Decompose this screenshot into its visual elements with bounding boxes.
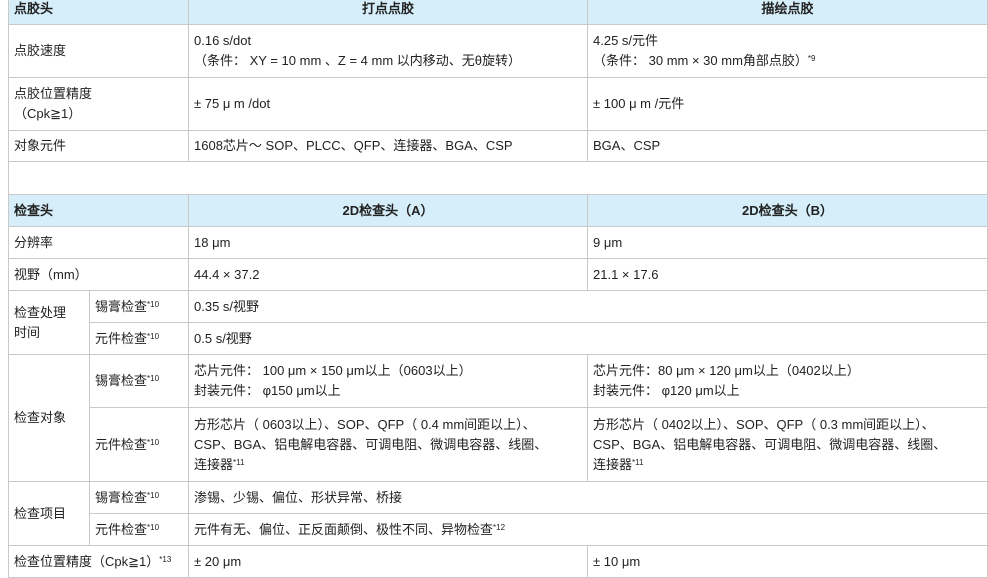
footnote-10: *10 <box>147 299 160 309</box>
resolution-a: 18 μm <box>188 226 589 259</box>
footnote-13: *13 <box>159 554 172 564</box>
resolution-row: 分辨率 18 μm 9 μm <box>7 226 988 259</box>
items-component-value: 元件有无、偏位、正反面颠倒、极性不同、异物检查*12 <box>188 513 988 546</box>
inspect-header-row: 检查头 2D检查头（A） 2D检查头（B） <box>7 194 988 227</box>
footnote-10: *10 <box>147 374 160 383</box>
inspect-header-b: 2D检查头（B） <box>587 194 988 227</box>
target-component-a-line1: 方形芯片（ 0603以上）、SOP、QFP（ 0.4 mm间距以上）、 <box>194 416 536 432</box>
fov-b: 21.1 × 17.6 <box>587 258 988 291</box>
spec-table: 点胶头 打点点胶 描绘点胶 点胶速度 0.16 s/dot （条件： XY = … <box>7 0 988 578</box>
time-label-line2: 时间 <box>14 324 41 340</box>
footnote-11: *11 <box>632 457 644 467</box>
footnote-11: *11 <box>233 457 245 467</box>
target-label: 检查对象 <box>8 354 90 482</box>
items-label: 检查项目 <box>8 481 90 546</box>
inspect-accuracy-a: ± 20 μm <box>188 545 589 578</box>
target-solder-b: 芯片元件：80 μm × 120 μm以上（0402以上） 封装元件： φ120… <box>587 354 988 408</box>
dispense-target-draw: BGA、CSP <box>587 130 988 162</box>
items-solder-row: 检查项目 锡膏检查*10 渗锡、少锡、偏位、形状异常、桥接 <box>8 481 988 546</box>
time-component-row: 元件检查*10 0.5 s/视野 <box>9 322 988 355</box>
dispense-speed-row: 点胶速度 0.16 s/dot （条件： XY = 10 mm 、Z = 4 m… <box>7 24 988 78</box>
dispense-header-row: 点胶头 打点点胶 描绘点胶 <box>7 0 988 25</box>
time-solder-row: 检查处理 时间 锡膏检查*10 0.35 s/视野 <box>8 290 988 355</box>
target-component-row: 元件检查*10 方形芯片（ 0603以上）、SOP、QFP（ 0.4 mm间距以… <box>9 407 988 482</box>
target-solder-b-line2: 封装元件： φ120 μm以上 <box>593 383 740 398</box>
items-component-label: 元件检查*10 <box>88 513 190 546</box>
dispense-accuracy-label: 点胶位置精度 （Cpk≧1） <box>7 77 190 131</box>
dispense-accuracy-draw: ± 100 μ m /元件 <box>587 77 988 131</box>
footnote-12: *12 <box>493 522 506 532</box>
dispense-header-label: 点胶头 <box>7 0 190 25</box>
target-component-b: 方形芯片（ 0402以上）、SOP、QFP（ 0.3 mm间距以上）、 CSP、… <box>587 407 988 482</box>
target-component-a-line3: 连接器 <box>194 456 234 472</box>
target-solder-a-line1: 芯片元件： 100 μm × 150 μm以上（0603以上） <box>194 363 472 378</box>
target-component-label: 元件检查*10 <box>88 407 190 482</box>
target-solder-row: 检查对象 锡膏检查*10 芯片元件： 100 μm × 150 μm以上（060… <box>8 354 988 482</box>
dispense-accuracy-row: 点胶位置精度 （Cpk≧1） ± 75 μ m /dot ± 100 μ m /… <box>7 77 988 131</box>
dispense-speed-dot: 0.16 s/dot （条件： XY = 10 mm 、Z = 4 mm 以内移… <box>188 24 589 78</box>
time-label-line1: 检查处理 <box>14 304 67 320</box>
target-solder-label: 锡膏检查*10 <box>88 354 190 408</box>
target-solder-a-line2: 封装元件： φ150 μm以上 <box>194 383 341 398</box>
fov-row: 视野（mm） 44.4 × 37.2 21.1 × 17.6 <box>7 258 988 291</box>
dispense-accuracy-label-line2: （Cpk≧1） <box>14 106 82 121</box>
inspect-accuracy-b: ± 10 μm <box>587 545 988 578</box>
target-component-a: 方形芯片（ 0603以上）、SOP、QFP（ 0.4 mm间距以上）、 CSP、… <box>188 407 589 482</box>
dispense-speed-draw: 4.25 s/元件 （条件： 30 mm × 30 mm角部点胶）*9 <box>587 24 988 78</box>
dispense-speed-draw-line1: 4.25 s/元件 <box>593 33 659 48</box>
dispense-speed-draw-line2: （条件： 30 mm × 30 mm角部点胶） <box>593 53 808 68</box>
target-component-b-line2: CSP、BGA、铝电解电容器、可调电阻、微调电容器、线圈、 <box>593 436 947 452</box>
resolution-b: 9 μm <box>587 226 988 259</box>
items-component-row: 元件检查*10 元件有无、偏位、正反面颠倒、极性不同、异物检查*12 <box>9 513 988 546</box>
target-component-b-line3: 连接器 <box>593 456 633 472</box>
fov-label: 视野（mm） <box>7 258 190 291</box>
time-label: 检查处理 时间 <box>8 290 90 355</box>
section-spacer <box>7 161 988 195</box>
dispense-target-label: 对象元件 <box>7 130 190 162</box>
dispense-accuracy-label-line1: 点胶位置精度 <box>14 86 93 101</box>
items-solder-label: 锡膏检查*10 <box>88 481 190 514</box>
inspect-accuracy-label: 检查位置精度（Cpk≧1）*13 <box>7 545 190 578</box>
dispense-speed-label: 点胶速度 <box>7 24 190 78</box>
dispense-header-dot: 打点点胶 <box>188 0 589 25</box>
time-component-value: 0.5 s/视野 <box>188 322 988 355</box>
footnote-10: *10 <box>147 490 160 500</box>
time-component-label: 元件检查*10 <box>88 322 190 355</box>
footnote-10: *10 <box>147 331 160 341</box>
time-solder-label: 锡膏检查*10 <box>88 290 190 323</box>
dispense-target-row: 对象元件 1608芯片～ SOP、PLCC、QFP、连接器、BGA、CSP BG… <box>7 130 988 162</box>
dispense-header-draw: 描绘点胶 <box>587 0 988 25</box>
target-solder-b-line1: 芯片元件：80 μm × 120 μm以上（0402以上） <box>593 363 860 378</box>
time-solder-value: 0.35 s/视野 <box>188 290 988 323</box>
dispense-accuracy-dot: ± 75 μ m /dot <box>188 77 589 131</box>
inspect-header-a: 2D检查头（A） <box>188 194 589 227</box>
footnote-9: *9 <box>807 54 816 63</box>
dispense-speed-dot-line1: 0.16 s/dot <box>194 33 252 48</box>
footnote-10: *10 <box>147 437 160 447</box>
resolution-label: 分辨率 <box>7 226 190 259</box>
target-component-b-line1: 方形芯片（ 0402以上）、SOP、QFP（ 0.3 mm间距以上）、 <box>593 416 935 432</box>
target-solder-a: 芯片元件： 100 μm × 150 μm以上（0603以上） 封装元件： φ1… <box>188 354 589 408</box>
items-solder-value: 渗锡、少锡、偏位、形状异常、桥接 <box>188 481 988 514</box>
inspect-header-label: 检查头 <box>7 194 190 227</box>
dispense-target-dot: 1608芯片～ SOP、PLCC、QFP、连接器、BGA、CSP <box>188 130 589 162</box>
dispense-speed-dot-line2: （条件： XY = 10 mm 、Z = 4 mm 以内移动、无θ旋转） <box>194 53 521 68</box>
inspect-accuracy-row: 检查位置精度（Cpk≧1）*13 ± 20 μm ± 10 μm <box>7 545 988 578</box>
footnote-10: *10 <box>147 522 160 532</box>
fov-a: 44.4 × 37.2 <box>188 258 589 291</box>
target-component-a-line2: CSP、BGA、铝电解电容器、可调电阻、微调电容器、线圈、 <box>194 436 548 452</box>
